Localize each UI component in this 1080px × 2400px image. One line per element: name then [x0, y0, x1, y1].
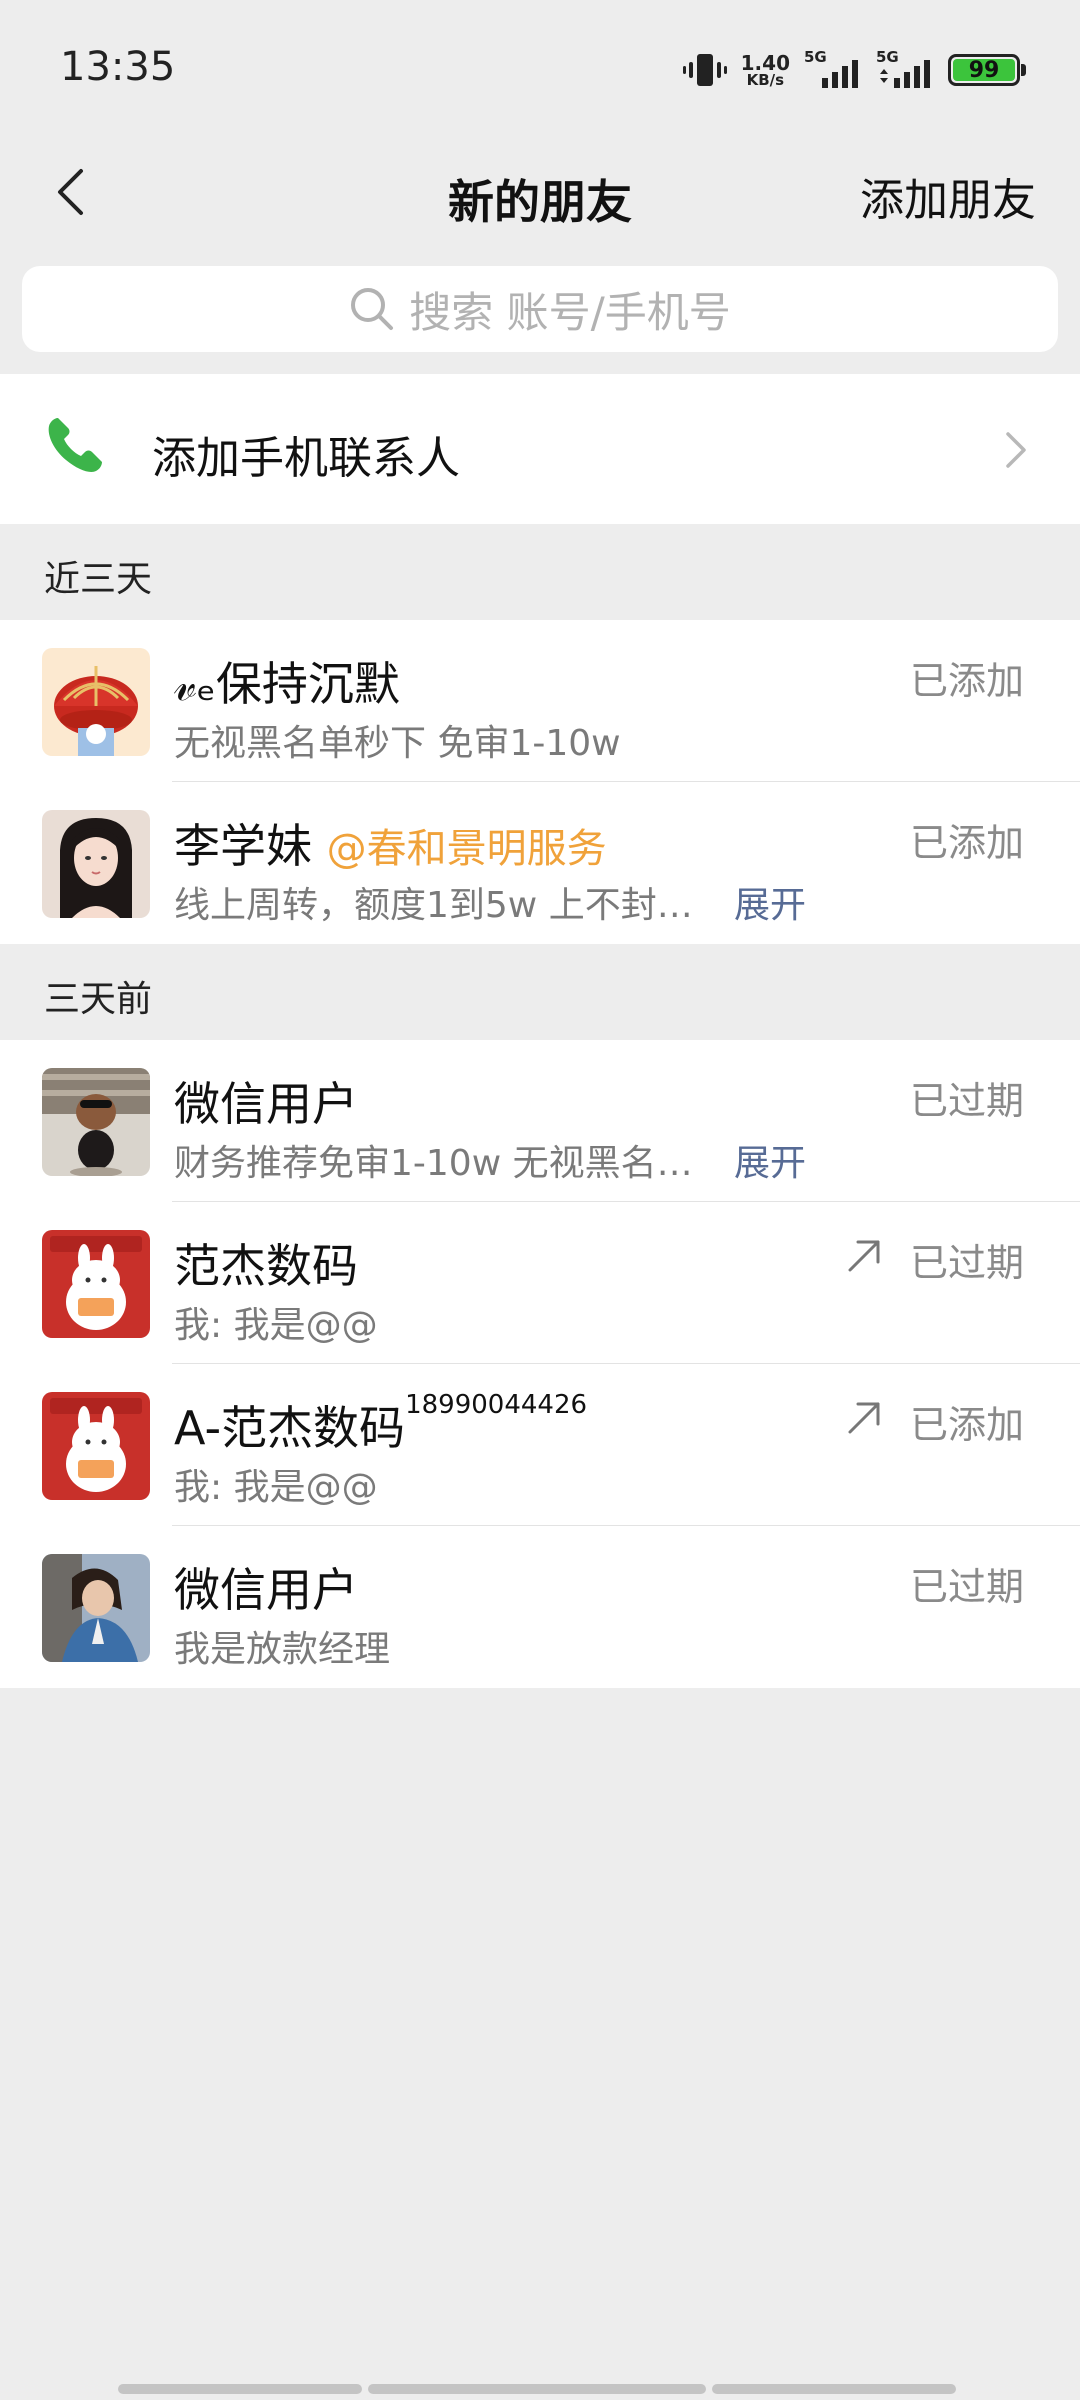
status-label: 已过期 [909, 1241, 1024, 1285]
status-time: 13:35 [60, 44, 176, 90]
friend-request-item[interactable]: 范杰数码 我: 我是@@ 已过期 [0, 1202, 1080, 1364]
friend-name-text: A-范杰数码 [174, 1401, 406, 1455]
friend-message: 我是放款经理 [174, 1629, 391, 1670]
friend-name-text: 微信用户 [174, 1077, 358, 1131]
chevron-right-icon [1006, 432, 1026, 468]
friend-name: 范杰数码 [174, 1230, 358, 1296]
avatar [42, 1554, 150, 1662]
friend-name: 李学妹 @春和景明服务 [174, 810, 607, 876]
expand-link[interactable]: 展开 [734, 876, 806, 928]
home-indicator-segment [118, 2384, 362, 2394]
friend-request-item[interactable]: 𝓋ₑ保持沉默 无视黑名单秒下 免审1-10w 已添加 [0, 620, 1080, 782]
status-label: 已添加 [909, 821, 1024, 865]
friend-message: 无视黑名单秒下 免审1-10w [174, 723, 621, 764]
friend-request-item[interactable]: A-范杰数码18990044426 我: 我是@@ 已添加 [0, 1364, 1080, 1526]
friend-request-item[interactable]: 李学妹 @春和景明服务 线上周转，额度1到5w 上不封… 展开 已添加 [0, 782, 1080, 944]
add-friend-button[interactable]: 添加朋友 [860, 164, 1036, 228]
signal-5g-icon-1: 5G [804, 48, 858, 88]
section-title: 近三天 [44, 559, 153, 600]
section-header-recent: 近三天 [0, 524, 1080, 620]
status-label: 已过期 [909, 1565, 1024, 1609]
status-label: 已添加 [909, 659, 1024, 703]
friend-message: 我: 我是@@ [174, 1467, 378, 1508]
status-icons: 1.40 KB/s 5G 5G 99 [682, 48, 1026, 92]
network-speed-unit: KB/s [746, 70, 785, 89]
friend-message: 线上周转，额度1到5w 上不封… [174, 885, 693, 926]
home-indicator-segment [368, 2384, 706, 2394]
battery-level: 99 [953, 58, 1015, 83]
friend-name-sup: 18990044426 [405, 1390, 588, 1420]
section-header-older: 三天前 [0, 944, 1080, 1040]
arrow-up-right-icon [848, 1402, 880, 1434]
add-phone-contacts-row[interactable]: 添加手机联系人 [0, 374, 1080, 524]
friend-name: 微信用户 [174, 1554, 358, 1620]
status-label: 已过期 [909, 1079, 1024, 1123]
battery-icon: 99 [948, 54, 1026, 86]
friend-message: 财务推荐免审1-10w 无视黑名… [174, 1143, 693, 1184]
home-indicator-segment [712, 2384, 956, 2394]
network-speed: 1.40 KB/s [741, 53, 790, 88]
avatar [42, 810, 150, 918]
phone-icon [48, 418, 102, 472]
status-bar: 13:35 1.40 KB/s 5G 5G 99 [0, 0, 1080, 140]
search-input[interactable]: 搜索 账号/手机号 [22, 266, 1058, 352]
section-title: 三天前 [44, 979, 153, 1020]
friend-request-item[interactable]: 微信用户 我是放款经理 已过期 [0, 1526, 1080, 1688]
avatar [42, 1068, 150, 1176]
arrow-up-right-icon [848, 1240, 880, 1272]
friend-name: 𝓋ₑ保持沉默 [174, 648, 400, 714]
sim1-label: 5G [804, 48, 827, 66]
friend-message: 我: 我是@@ [174, 1305, 378, 1346]
sim2-label: 5G [876, 48, 899, 66]
avatar [42, 1392, 150, 1500]
nav-bar: 新的朋友 添加朋友 [0, 140, 1080, 260]
friend-name: A-范杰数码18990044426 [174, 1390, 588, 1458]
friend-tag: @春和景明服务 [326, 826, 607, 872]
avatar [42, 1230, 150, 1338]
search-placeholder: 搜索 账号/手机号 [409, 287, 731, 337]
signal-5g-icon-2: 5G [876, 48, 930, 88]
friend-name-text: 范杰数码 [174, 1239, 358, 1293]
friend-name-text: 微信用户 [174, 1563, 358, 1617]
search-icon [351, 288, 394, 330]
status-label: 已添加 [909, 1403, 1024, 1447]
network-speed-value: 1.40 [740, 50, 790, 75]
friend-name: 微信用户 [174, 1068, 358, 1134]
expand-link[interactable]: 展开 [734, 1134, 806, 1186]
add-phone-contacts-label: 添加手机联系人 [152, 433, 460, 484]
friend-request-item[interactable]: 微信用户 财务推荐免审1-10w 无视黑名… 展开 已过期 [0, 1040, 1080, 1202]
home-indicator[interactable] [118, 2384, 962, 2394]
vibrate-icon [682, 54, 727, 86]
avatar [42, 648, 150, 756]
friend-name-text: 李学妹 [174, 819, 312, 873]
friend-name-text: 𝓋ₑ保持沉默 [174, 657, 400, 711]
